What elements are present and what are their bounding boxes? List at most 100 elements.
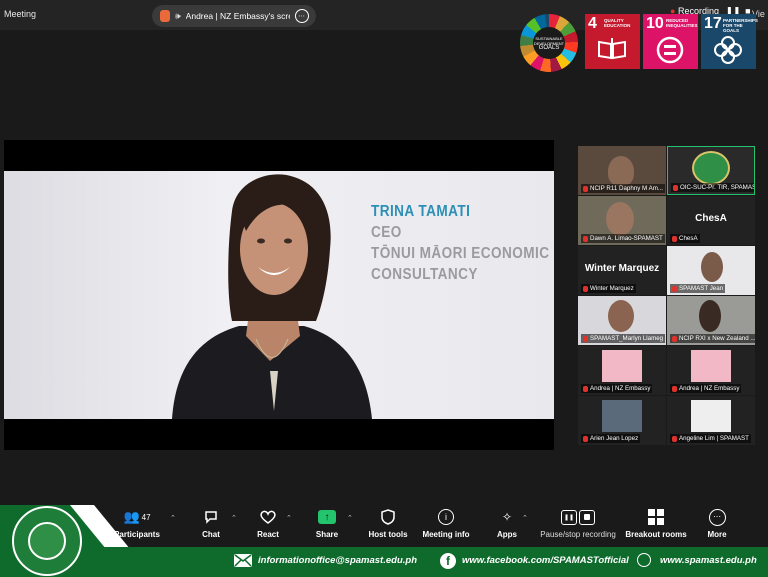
more-options-icon[interactable]: ⋯ xyxy=(294,9,309,23)
sdg-number: 17 xyxy=(704,15,722,32)
participant-name-tag: NCIP R11 Daphny M Am... xyxy=(581,184,666,193)
participant-tile[interactable]: Andrea | NZ Embassy xyxy=(667,346,755,395)
share-indicator-text: Andrea | NZ Embassy's scree xyxy=(185,11,290,21)
share-screen-icon: ↑ xyxy=(318,510,336,524)
sdg-wheel-logo: SUSTAINABLE DEVELOPMENT GOALS xyxy=(520,14,578,72)
participant-tile[interactable]: NCIP R11 Daphny M Am... xyxy=(578,146,666,195)
footer-email: informationoffice@spamast.edu.ph xyxy=(258,555,417,566)
institution-logo-icon xyxy=(692,151,730,185)
presenter-video xyxy=(4,171,554,419)
participant-name-tag: Arien Jean Lopez xyxy=(581,434,641,443)
pause-stop-recording-label: Pause/stop recording xyxy=(540,530,616,539)
participant-name-tag: OIC-SUC-Pr. TIR, SPAMAST... xyxy=(671,183,754,192)
participant-name-tag: Andrea | NZ Embassy xyxy=(581,384,653,393)
speaker-company-line1: TŌNUI MĀORI ECONOMIC xyxy=(371,245,550,262)
chat-button[interactable]: Chat xyxy=(196,507,226,545)
participant-name: Dawn A. Limao-SPAMAST xyxy=(590,235,663,242)
breakout-rooms-icon xyxy=(648,509,664,525)
participant-tile[interactable]: Winter Marquez Winter Marquez xyxy=(578,246,666,295)
sdg-wheel-text: GOALS xyxy=(538,44,560,51)
participant-video xyxy=(691,400,731,432)
participant-tile[interactable]: Angeline Lim | SPAMAST xyxy=(667,396,755,445)
participants-icon: 👥 xyxy=(123,509,140,524)
muted-mic-icon xyxy=(672,285,677,292)
participant-name: NCIP R11 Daphny M Am... xyxy=(590,185,664,192)
participant-video xyxy=(691,350,731,382)
participant-name: NCIP RXI x New Zealand ... xyxy=(679,335,755,342)
participant-tile[interactable]: Arien Jean Lopez xyxy=(578,396,666,445)
sdg-tile-4: 4 Quality Education xyxy=(585,14,640,69)
muted-mic-icon xyxy=(583,285,588,292)
chat-caret-icon[interactable]: ⌃ xyxy=(231,514,237,522)
participants-button[interactable]: 👥 47 Participants xyxy=(114,507,160,545)
chat-label: Chat xyxy=(202,530,220,539)
participant-tile[interactable]: OIC-SUC-Pr. TIR, SPAMAST... xyxy=(667,146,755,195)
globe-icon xyxy=(637,553,651,567)
spamast-seal-logo xyxy=(12,506,82,576)
screen-share-indicator[interactable]: 🕪 Andrea | NZ Embassy's scree ⋯ xyxy=(152,5,316,27)
muted-mic-icon xyxy=(672,385,677,392)
partnership-flower-icon xyxy=(714,36,742,64)
participant-name-tag: SPAMAST Jean xyxy=(670,284,726,293)
apps-label: Apps xyxy=(497,530,517,539)
meeting-info-label: Meeting info xyxy=(422,530,470,539)
more-button[interactable]: ⋯ More xyxy=(704,507,730,545)
share-label: Share xyxy=(315,530,339,539)
heart-icon xyxy=(260,510,276,524)
muted-mic-icon xyxy=(583,235,588,242)
react-caret-icon[interactable]: ⌃ xyxy=(286,514,292,522)
participant-name: Andrea | NZ Embassy xyxy=(679,385,740,392)
participants-count: 47 xyxy=(141,512,151,522)
participant-video xyxy=(701,252,723,282)
meeting-info-button[interactable]: i Meeting info xyxy=(420,507,472,545)
pause-stop-recording-button[interactable]: ❚❚ Pause/stop recording xyxy=(537,507,619,545)
participant-name-tag: Angeline Lim | SPAMAST xyxy=(670,434,751,443)
participant-name-tag: SPAMAST_Marlyn Llameg xyxy=(581,334,666,343)
pause-recording-icon: ❚❚ xyxy=(561,509,577,525)
participant-display-name: Winter Marquez xyxy=(584,263,660,274)
participant-tile[interactable]: Andrea | NZ Embassy xyxy=(578,346,666,395)
stop-recording-icon xyxy=(579,509,595,525)
chat-icon xyxy=(205,511,217,524)
participant-display-name: ChesA xyxy=(695,213,727,224)
participant-video xyxy=(602,350,642,382)
participant-video xyxy=(699,300,721,332)
sdg-wheel-center: SUSTAINABLE DEVELOPMENT GOALS xyxy=(533,27,565,59)
participant-video xyxy=(602,400,642,432)
info-icon: i xyxy=(438,509,454,525)
sdg-tile-10: 10 Reduced Inequalities xyxy=(643,14,698,69)
participant-tile[interactable]: ChesA ChesA xyxy=(667,196,755,245)
participants-caret-icon[interactable]: ⌃ xyxy=(170,514,176,522)
shield-icon xyxy=(381,509,395,525)
share-button[interactable]: ↑ Share xyxy=(311,507,343,545)
book-icon xyxy=(598,38,626,60)
more-label: More xyxy=(707,530,727,539)
participant-tile[interactable]: SPAMAST_Marlyn Llameg xyxy=(578,296,666,345)
react-label: React xyxy=(257,530,279,539)
muted-mic-icon xyxy=(583,335,588,342)
participant-name: SPAMAST Jean xyxy=(679,285,724,292)
muted-mic-icon xyxy=(672,235,677,242)
participant-tile[interactable]: NCIP RXI x New Zealand ... xyxy=(667,296,755,345)
participant-tile[interactable]: Dawn A. Limao-SPAMAST xyxy=(578,196,666,245)
sdg-tile-17: 17 Partnerships for the Goals xyxy=(701,14,758,69)
participant-name: Winter Marquez xyxy=(590,285,634,292)
participant-name: OIC-SUC-Pr. TIR, SPAMAST... xyxy=(680,184,754,191)
apps-button[interactable]: ✧ Apps xyxy=(494,507,520,545)
footer-website: www.spamast.edu.ph xyxy=(660,555,757,566)
facebook-icon: f xyxy=(440,553,456,569)
sdg-label: Quality Education xyxy=(604,18,631,28)
speaker-name: TRINA TAMATI xyxy=(371,203,471,220)
apps-caret-icon[interactable]: ⌃ xyxy=(522,514,528,522)
speaker-title: CEO xyxy=(371,224,402,241)
participant-tile[interactable]: SPAMAST Jean xyxy=(667,246,755,295)
sdg-number: 4 xyxy=(588,15,597,32)
react-button[interactable]: React xyxy=(252,507,284,545)
footer-facebook: www.facebook.com/SPAMASTofficial xyxy=(462,555,629,566)
share-caret-icon[interactable]: ⌃ xyxy=(347,514,353,522)
breakout-rooms-button[interactable]: Breakout rooms xyxy=(625,507,687,545)
muted-mic-icon xyxy=(672,435,677,442)
sdg-label: Reduced Inequalities xyxy=(666,18,698,28)
participant-video xyxy=(608,156,634,186)
host-tools-button[interactable]: Host tools xyxy=(366,507,410,545)
